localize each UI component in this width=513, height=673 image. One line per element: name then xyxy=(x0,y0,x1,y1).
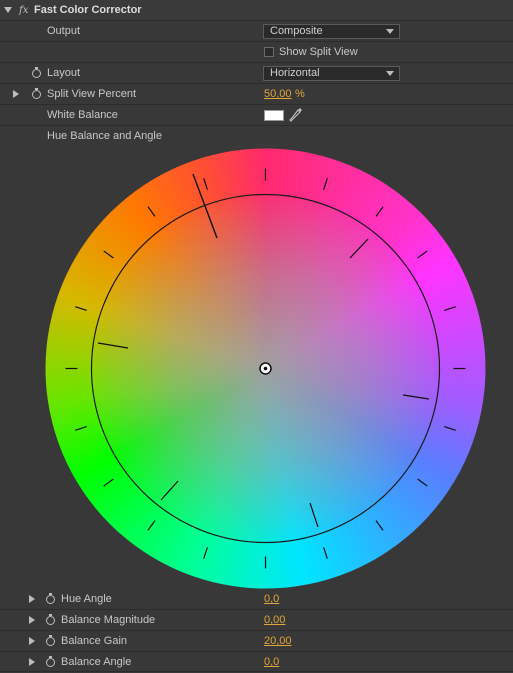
balance-angle-label: Balance Angle xyxy=(61,656,132,668)
balance-magnitude-row: Balance Magnitude 0,00 xyxy=(0,610,513,631)
balance-angle-value[interactable]: 0,0 xyxy=(264,652,279,673)
stopwatch-icon[interactable] xyxy=(32,88,41,99)
hue-angle-row: Hue Angle 0,0 xyxy=(0,589,513,610)
split-percent-row: Split View Percent 50,00 % xyxy=(0,84,513,105)
expand-triangle-icon[interactable] xyxy=(29,616,35,624)
hue-wheel-row: Hue Balance and Angle xyxy=(0,126,513,147)
layout-dropdown[interactable]: Horizontal xyxy=(263,66,400,81)
split-view-row: Show Split View xyxy=(0,42,513,63)
split-view-checkbox[interactable] xyxy=(264,47,274,57)
stopwatch-icon[interactable] xyxy=(46,593,55,604)
split-view-label: Show Split View xyxy=(279,46,358,58)
split-percent-value[interactable]: 50,00 xyxy=(264,84,292,105)
expand-triangle-icon[interactable] xyxy=(29,637,35,645)
layout-dropdown-value: Horizontal xyxy=(270,67,320,79)
balance-gain-label: Balance Gain xyxy=(61,635,128,647)
effect-title: Fast Color Corrector xyxy=(34,4,142,16)
layout-row: Layout Horizontal xyxy=(0,63,513,84)
layout-label: Layout xyxy=(47,67,81,79)
output-label: Output xyxy=(47,25,81,37)
hue-angle-label: Hue Angle xyxy=(61,593,112,605)
dropdown-arrow-icon xyxy=(386,29,394,34)
balance-magnitude-value[interactable]: 0,00 xyxy=(264,610,285,631)
stopwatch-icon[interactable] xyxy=(46,656,55,667)
output-dropdown[interactable]: Composite xyxy=(263,24,400,39)
balance-gain-row: Balance Gain 20,00 xyxy=(0,631,513,652)
stopwatch-icon[interactable] xyxy=(46,635,55,646)
expand-triangle-icon[interactable] xyxy=(13,90,19,98)
balance-center-handle[interactable] xyxy=(259,362,272,375)
hue-balance-wheel[interactable] xyxy=(43,146,488,591)
split-percent-label: Split View Percent xyxy=(47,88,137,100)
balance-magnitude-label: Balance Magnitude xyxy=(61,614,156,626)
expand-triangle-icon[interactable] xyxy=(29,658,35,666)
white-balance-label: White Balance xyxy=(47,109,118,121)
effect-header[interactable]: fx Fast Color Corrector xyxy=(0,0,513,21)
eyedropper-icon[interactable] xyxy=(289,107,303,123)
white-balance-swatch[interactable] xyxy=(264,110,284,121)
stopwatch-icon[interactable] xyxy=(32,67,41,78)
collapse-triangle-icon[interactable] xyxy=(4,7,12,13)
expand-triangle-icon[interactable] xyxy=(29,595,35,603)
fx-icon[interactable]: fx xyxy=(19,0,28,21)
balance-gain-value[interactable]: 20,00 xyxy=(264,631,292,652)
hue-angle-value[interactable]: 0,0 xyxy=(264,589,279,610)
output-row: Output Composite xyxy=(0,21,513,42)
split-percent-unit: % xyxy=(295,88,305,100)
balance-angle-row: Balance Angle 0,0 xyxy=(0,652,513,672)
dropdown-arrow-icon xyxy=(386,71,394,76)
stopwatch-icon[interactable] xyxy=(46,614,55,625)
hue-wheel-label: Hue Balance and Angle xyxy=(47,130,162,142)
white-balance-row: White Balance xyxy=(0,105,513,126)
output-dropdown-value: Composite xyxy=(270,25,323,37)
